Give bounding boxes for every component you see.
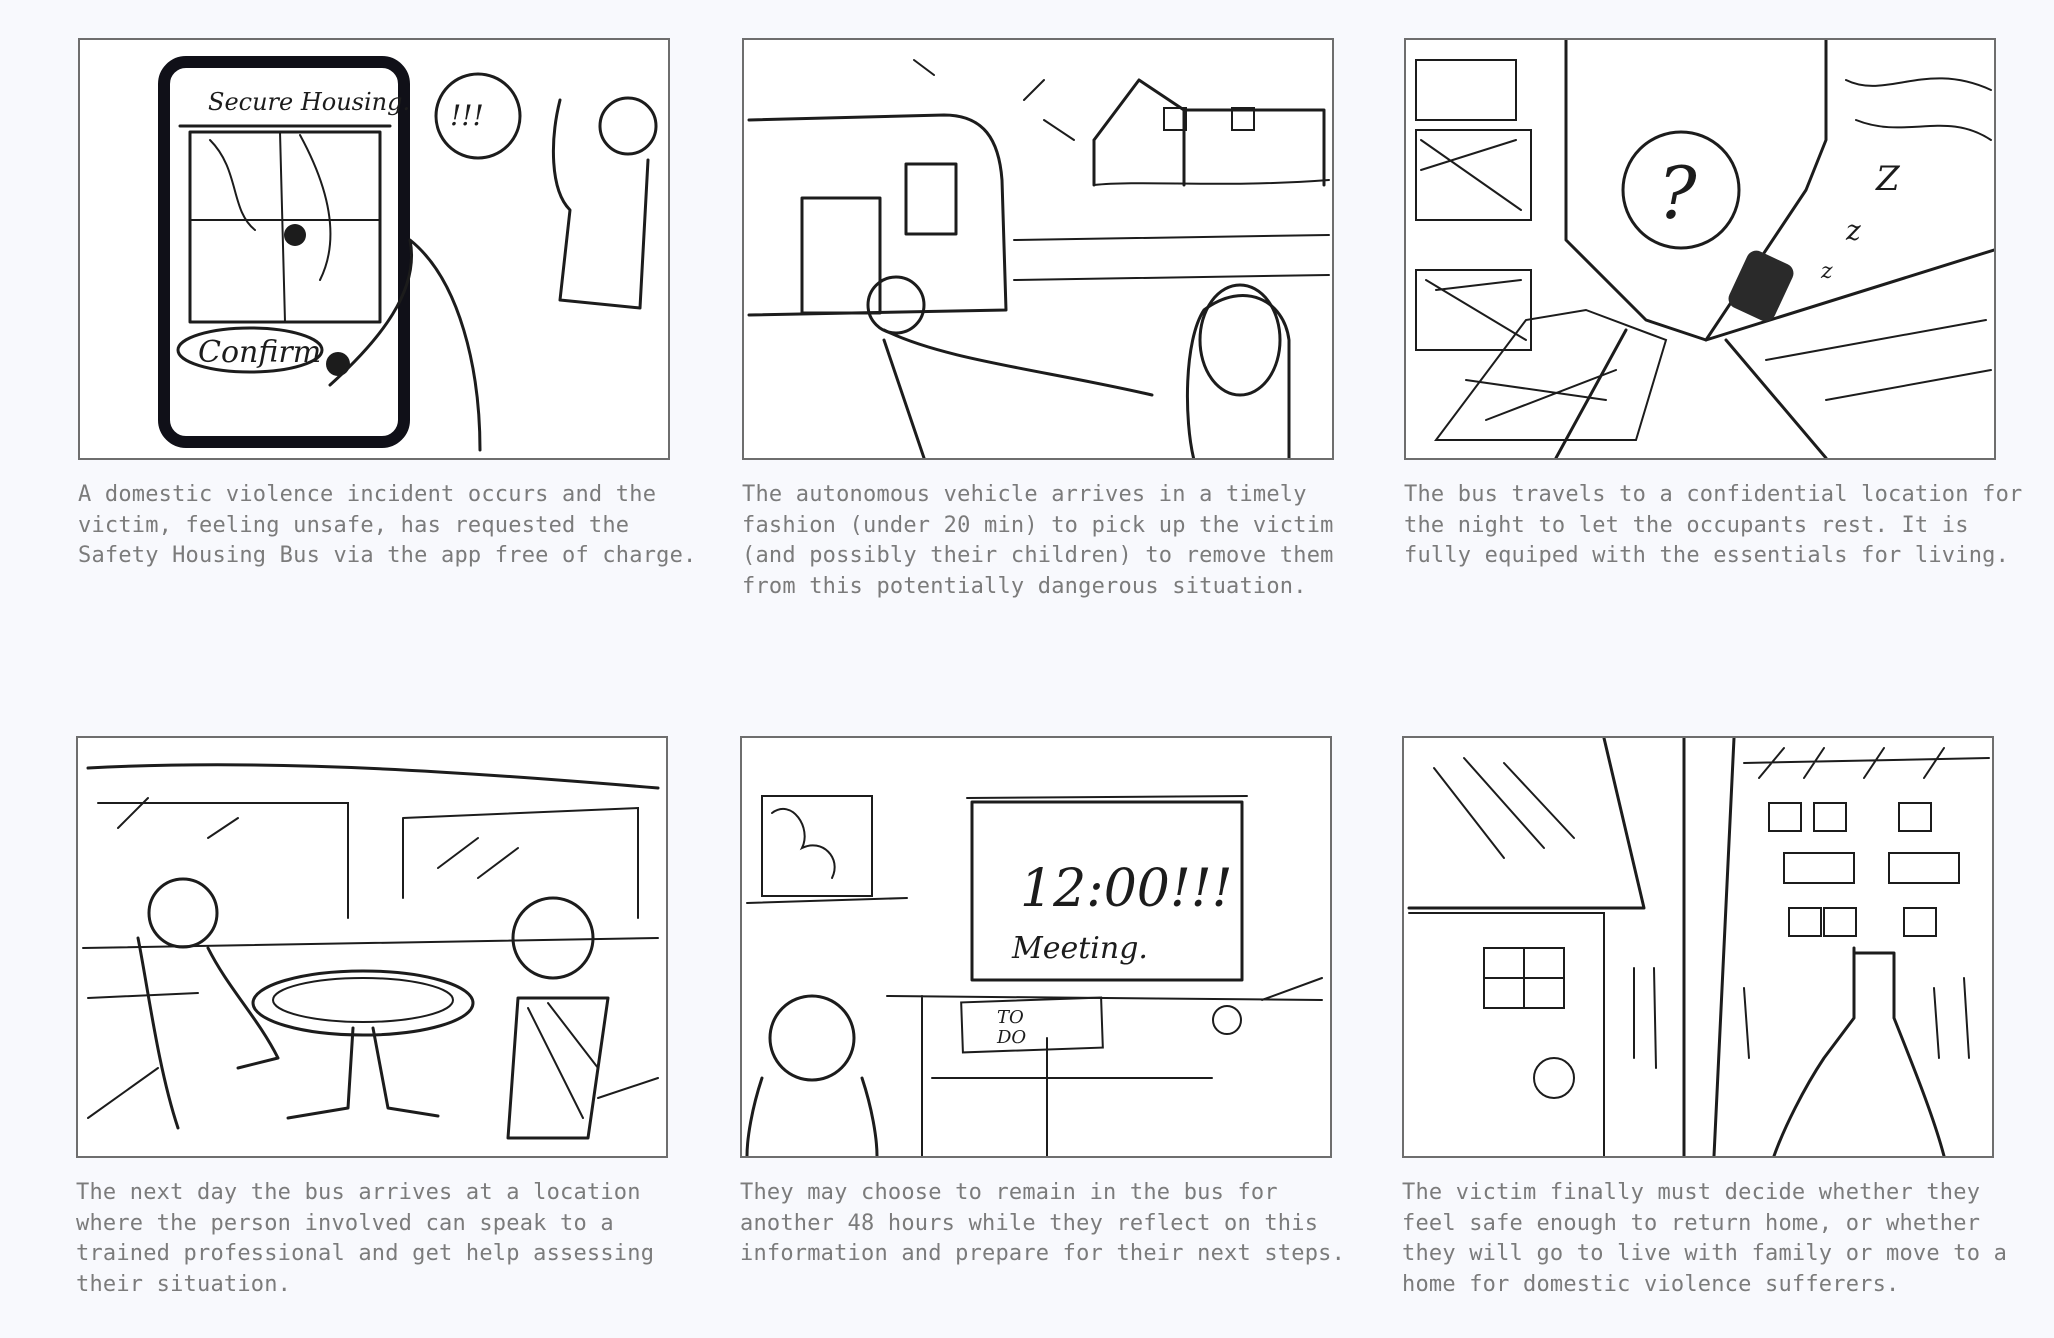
sketch-text-z-1: Z — [1875, 159, 1901, 199]
decision-home-sketch — [1407, 738, 1990, 1156]
meeting-professional-sketch — [82, 763, 660, 1140]
sketch-text-to: TO — [997, 1007, 1024, 1028]
sketch-text-do: DO — [996, 1027, 1026, 1048]
sketch-text-confirm: Confirm — [198, 335, 321, 370]
sketch-text-secure-housing: Secure Housing. — [208, 88, 410, 116]
sketch-text-question-mark: ? — [1658, 151, 1697, 235]
phone-request-sketch: Secure Housing. Confirm !!! — [158, 56, 658, 452]
sketch-image-5: 12:00!!! Meeting. TO DO — [740, 736, 1332, 1158]
bus-arrival-sketch — [747, 59, 1330, 458]
sketch-text-time: 12:00!!! — [1020, 859, 1233, 919]
sketch-image-2 — [742, 38, 1334, 460]
sketch-text-z-3: z — [1820, 259, 1833, 284]
sketch-image-6 — [1402, 736, 1994, 1158]
sketch-image-3: ? Z z z — [1404, 38, 1996, 460]
sketch-image-4 — [76, 736, 668, 1158]
reflection-in-bus-sketch: 12:00!!! Meeting. TO DO — [745, 795, 1323, 1156]
caption-1: A domestic violence incident occurs and … — [78, 482, 697, 568]
caption-6: The victim finally must decide whether t… — [1402, 1180, 2008, 1297]
sketch-text-meeting: Meeting. — [1011, 931, 1148, 966]
night-location-map-sketch: ? Z z z — [1415, 40, 1994, 458]
caption-5: They may choose to remain in the bus for… — [740, 1180, 1346, 1266]
sketch-image-1: Secure Housing. Confirm !!! — [78, 38, 670, 460]
caption-2: The autonomous vehicle arrives in a time… — [742, 482, 1334, 599]
caption-3: The bus travels to a confidential locati… — [1404, 482, 2023, 568]
sketch-text-z-2: z — [1845, 214, 1861, 247]
caption-4: The next day the bus arrives at a locati… — [76, 1180, 655, 1297]
sketch-text-shout: !!! — [450, 99, 484, 132]
